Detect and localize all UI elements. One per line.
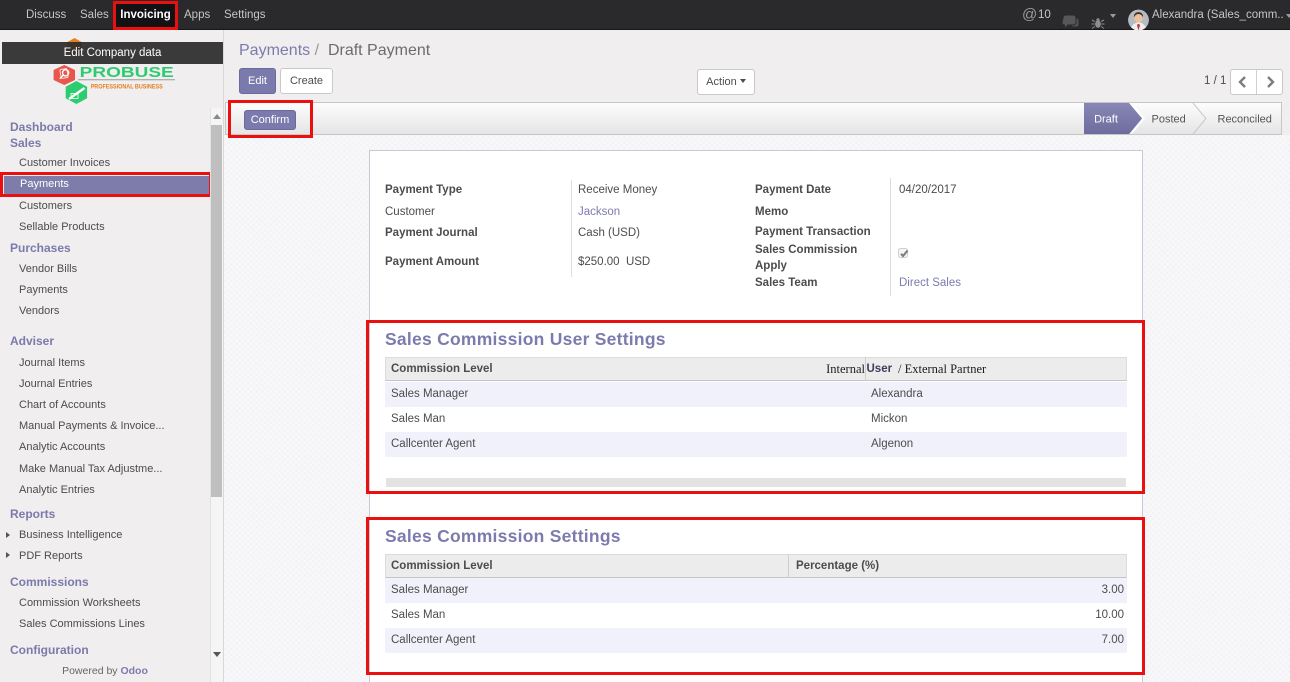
- svg-text:PROFESSIONAL BUSINESS: PROFESSIONAL BUSINESS: [91, 84, 164, 91]
- svg-text:Draft: Draft: [1094, 114, 1118, 126]
- svg-text:Posted: Posted: [1152, 114, 1186, 126]
- svg-text:PROBUSE: PROBUSE: [80, 64, 174, 81]
- svg-text:Reconciled: Reconciled: [1218, 114, 1272, 126]
